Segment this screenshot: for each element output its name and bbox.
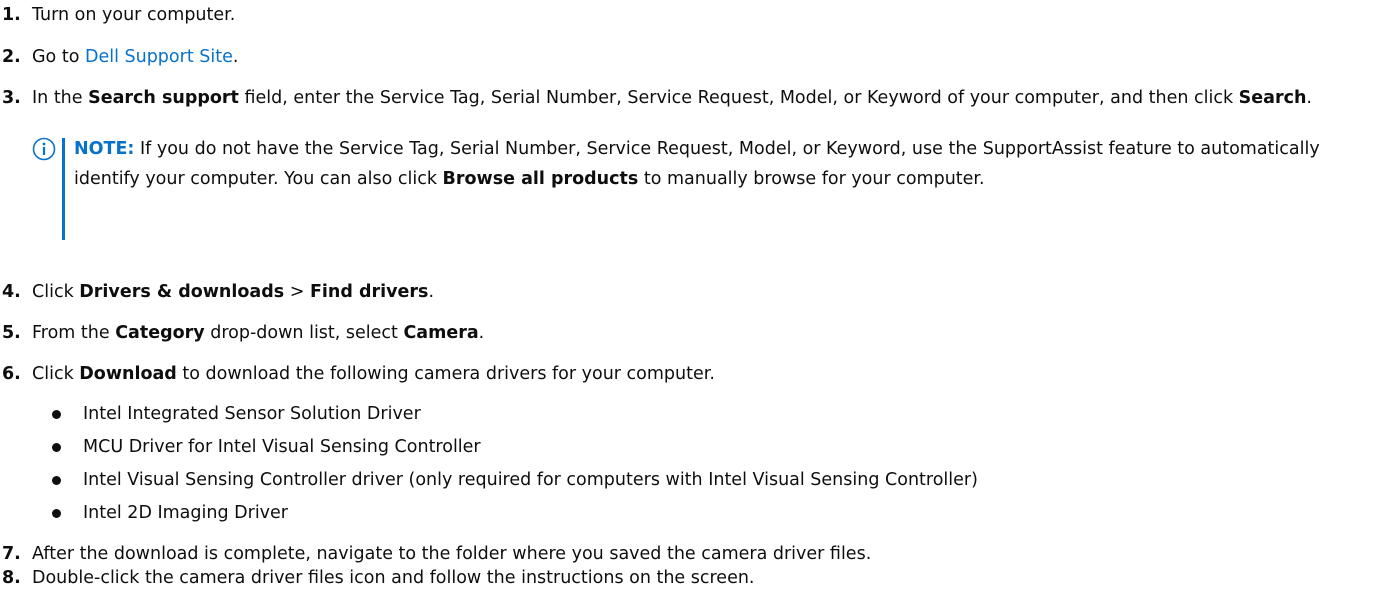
browse-all-products-label: Browse all products — [442, 169, 639, 189]
step-text-segment: From the — [32, 323, 116, 343]
step-number: 8. — [2, 568, 21, 588]
step-text-segment: Go to — [32, 47, 85, 67]
step-number: 4. — [2, 282, 21, 302]
note-text: NOTE: If you do not have the Service Tag… — [74, 134, 1384, 194]
info-circle-icon — [32, 137, 56, 161]
step-text-segment: . — [232, 47, 239, 67]
step-text: After the download is complete, navigate… — [32, 544, 872, 564]
dell-support-site-link[interactable]: Dell Support Site — [85, 47, 233, 67]
step-text: Double-click the camera driver files ico… — [32, 568, 755, 588]
download-button-label: Download — [79, 364, 177, 384]
step-number: 3. — [2, 88, 21, 108]
list-item-text: Intel 2D Imaging Driver — [83, 503, 288, 523]
list-item-text: MCU Driver for Intel Visual Sensing Cont… — [83, 437, 481, 457]
step-text-segment: Click — [32, 364, 80, 384]
note-callout: NOTE: If you do not have the Service Tag… — [32, 134, 1384, 240]
step-text-segment: Click — [32, 282, 80, 302]
step-text-segment: . — [1306, 88, 1312, 108]
step-text-segment: to download the following camera drivers… — [176, 364, 715, 384]
bullet-dot-icon — [52, 410, 61, 419]
list-item-text: Intel Integrated Sensor Solution Driver — [83, 404, 421, 424]
step-text: Go to Dell Support Site. — [32, 44, 1381, 70]
step-number: 7. — [2, 544, 21, 564]
bullet-dot-icon — [52, 443, 61, 452]
search-support-field-label: Search support — [88, 88, 239, 108]
step-text: Turn on your computer. — [32, 5, 236, 25]
step-text-segment: field, enter the Service Tag, Serial Num… — [238, 88, 1239, 108]
step-number: 2. — [2, 47, 21, 67]
camera-option-label: Camera — [403, 323, 479, 343]
category-dropdown-label: Category — [115, 323, 205, 343]
note-accent-bar — [62, 138, 65, 240]
step-text-segment: > — [284, 282, 310, 302]
step-text: From the Category drop-down list, select… — [32, 320, 1381, 346]
step-text: Click Download to download the following… — [32, 361, 1381, 387]
step-text-segment: drop-down list, select — [204, 323, 404, 343]
step-text: In the Search support field, enter the S… — [32, 85, 1377, 111]
step-number: 6. — [2, 364, 21, 384]
note-label: NOTE: — [74, 139, 135, 159]
step-number: 5. — [2, 323, 21, 343]
step-text-segment: In the — [32, 88, 89, 108]
list-item-text: Intel Visual Sensing Controller driver (… — [83, 470, 978, 490]
step-text-segment: . — [428, 282, 435, 302]
bullet-dot-icon — [52, 476, 61, 485]
search-button-label: Search — [1238, 88, 1307, 108]
step-text: Click Drivers & downloads > Find drivers… — [32, 279, 1381, 305]
note-text-segment: to manually browse for your computer. — [638, 169, 985, 189]
step-number: 1. — [2, 5, 21, 25]
bullet-dot-icon — [52, 509, 61, 518]
find-drivers-label: Find drivers — [309, 282, 429, 302]
procedure-page: 1. Turn on your computer. 2. Go to Dell … — [0, 0, 1389, 592]
drivers-downloads-label: Drivers & downloads — [79, 282, 285, 302]
step-text-segment: . — [478, 323, 485, 343]
